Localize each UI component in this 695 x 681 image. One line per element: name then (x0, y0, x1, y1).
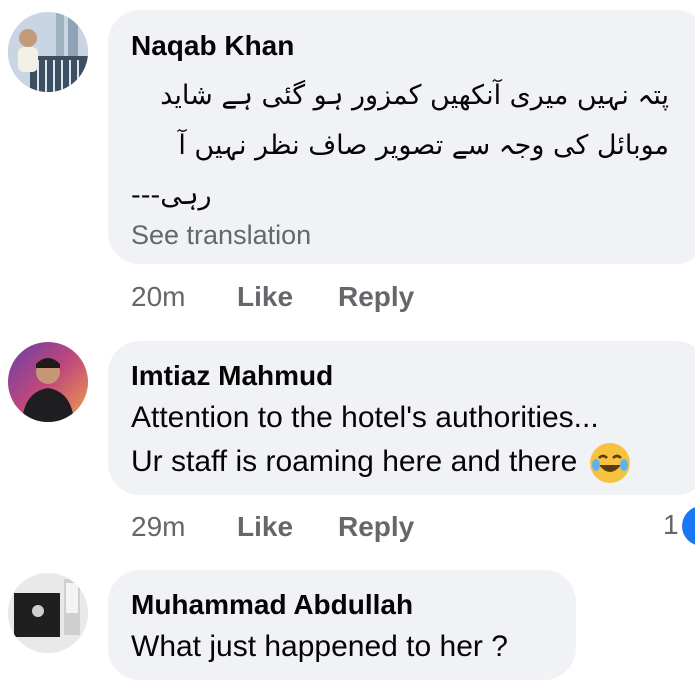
comment-text-line: Attention to the hotel's authorities... (131, 401, 599, 434)
see-translation-link[interactable]: See translation (131, 220, 311, 251)
comment-text-line: What just happened to her ? (131, 630, 508, 663)
comment-text-line: پتہ نہیں میری آنکھیں کمزور ہو گئی ہے شای… (160, 80, 669, 111)
reaction-count[interactable]: 1 (663, 509, 679, 541)
comment-text-line: Ur staff is roaming here and there (131, 445, 578, 478)
reply-button[interactable]: Reply (338, 511, 414, 543)
comment-text-line: موبائل کی وجہ سے تصویر صاف نظر نہیں آ (178, 130, 669, 161)
reply-button[interactable]: Reply (338, 281, 414, 313)
joy-emoji-icon (589, 443, 630, 484)
comment-time[interactable]: 20m (131, 281, 185, 312)
comment-meta: 29m (131, 511, 185, 543)
comment-author[interactable]: Naqab Khan (131, 30, 294, 62)
avatar[interactable] (8, 342, 88, 422)
comment-author[interactable]: Muhammad Abdullah (131, 589, 413, 621)
comment-meta: 20m (131, 281, 185, 313)
reaction-icon (682, 506, 695, 546)
comment-author[interactable]: Imtiaz Mahmud (131, 360, 333, 392)
comment-text-row: Ur staff is roaming here and there (131, 440, 630, 484)
avatar[interactable] (8, 12, 88, 92)
comment-text-line: رہی--- (131, 180, 212, 211)
comment-time[interactable]: 29m (131, 511, 185, 542)
like-button[interactable]: Like (237, 511, 293, 543)
avatar[interactable] (8, 573, 88, 653)
like-button[interactable]: Like (237, 281, 293, 313)
